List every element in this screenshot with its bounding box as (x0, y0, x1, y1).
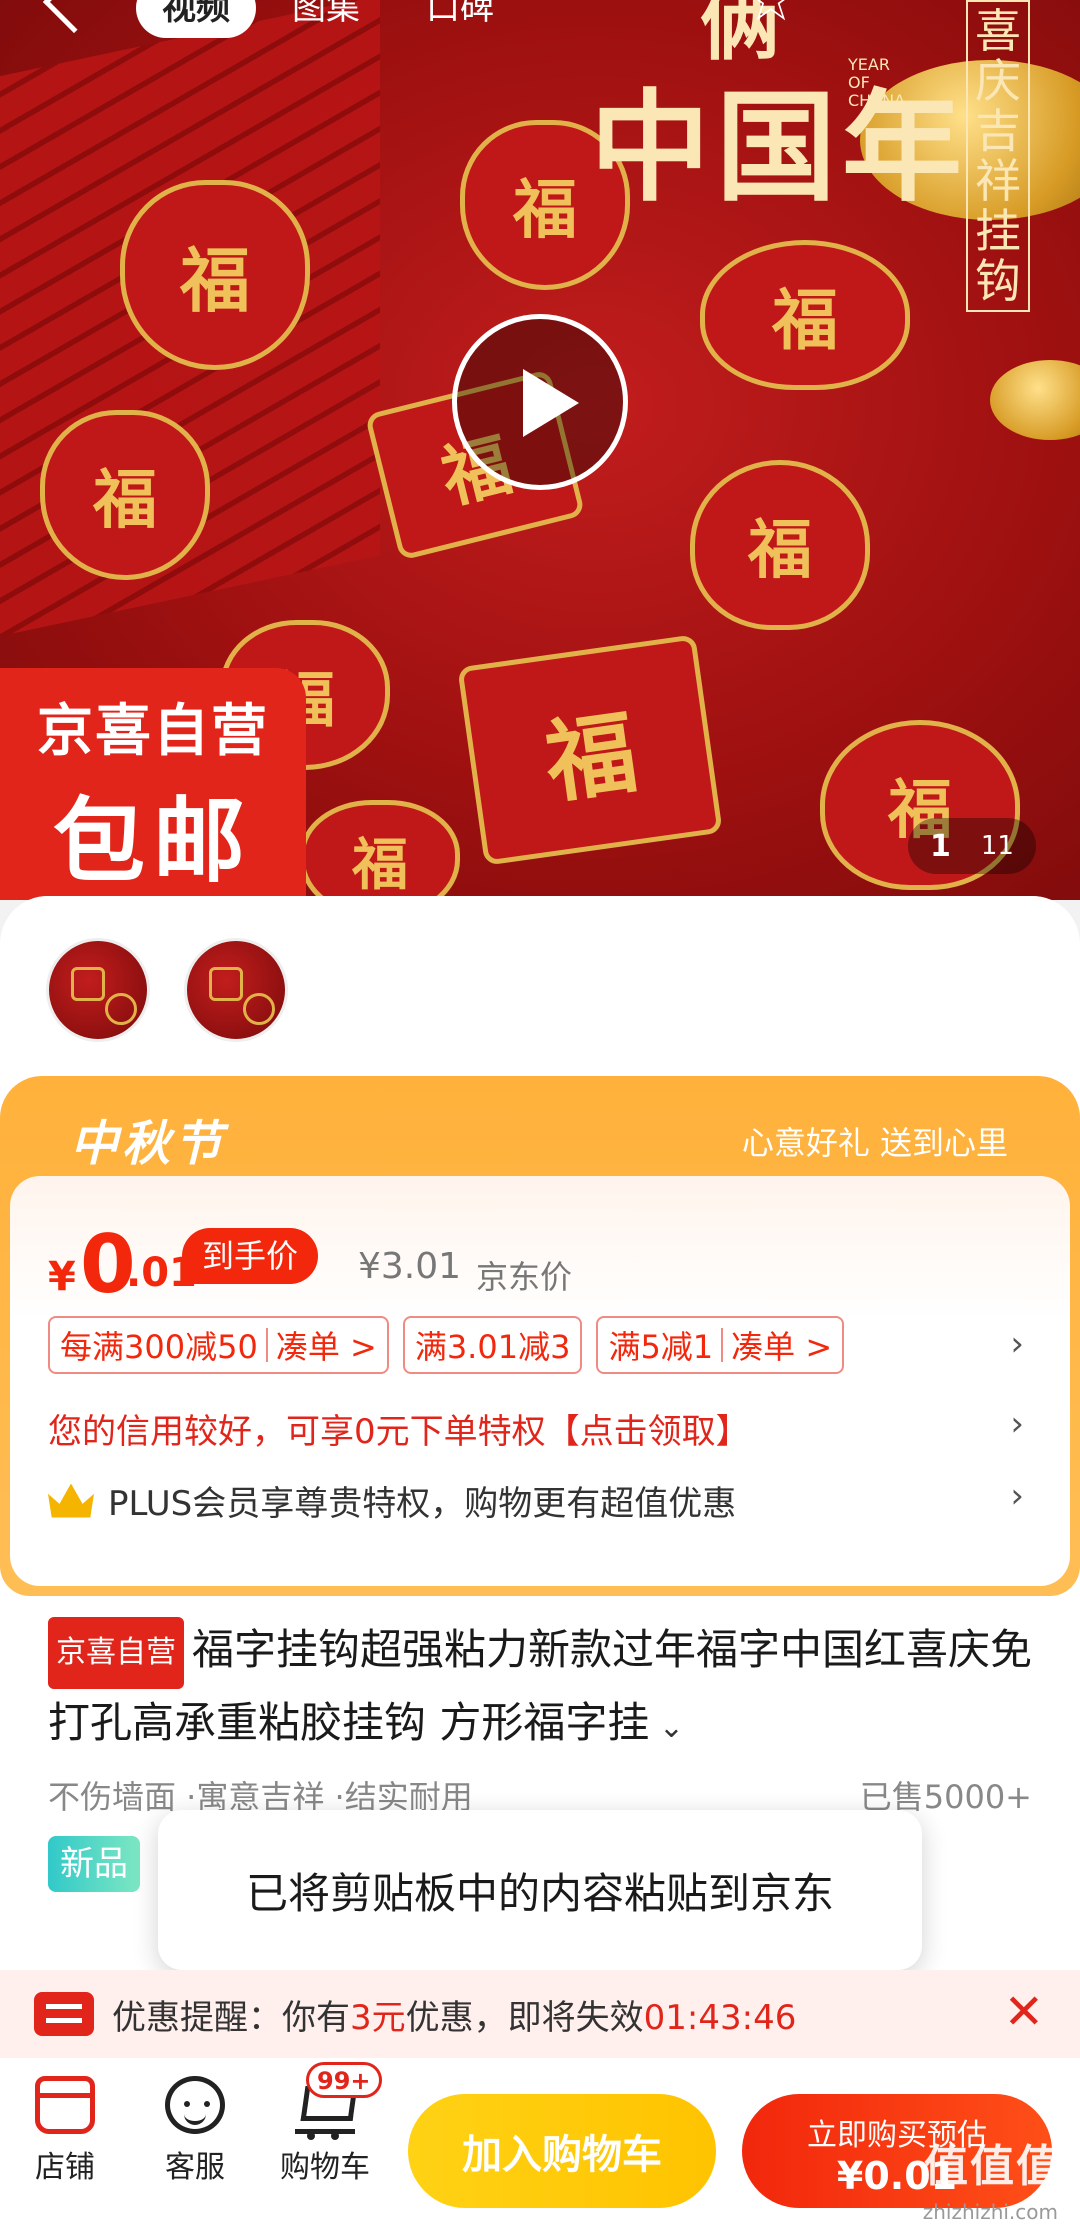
jd-price: ¥3.01 (358, 1246, 462, 1287)
favorite-star-icon[interactable]: ☆ (744, 0, 804, 30)
shop-button[interactable]: 店铺 (10, 2076, 120, 2186)
festival-slogan: 心意好礼 送到心里 (741, 1124, 1008, 1162)
sku-thumbnails (0, 896, 1080, 1076)
chevron-right-icon[interactable]: › (1010, 1324, 1024, 1364)
festival-title: 中秋节 (70, 1116, 227, 1172)
coupon-divider (265, 1328, 268, 1362)
fu-hook-ornament: 福 (457, 634, 723, 866)
cart-count-badge: 99+ (306, 2062, 382, 2098)
cart-label: 购物车 (280, 2150, 370, 2185)
shop-icon (35, 2076, 95, 2134)
self-operated-badge: 京喜自营 包邮 (0, 668, 306, 900)
fu-hook-ornament: 福 (300, 800, 460, 900)
fu-hook-ornament: 福 (700, 240, 910, 390)
tab-video[interactable]: 视频 (136, 0, 256, 38)
watermark-logo: 值值值 (924, 2141, 1062, 2192)
coupon-icon (34, 1992, 94, 2036)
coupon-list: 每满300减50 凑单 > 满3.01减3 满5减1 凑单 > (48, 1316, 845, 1374)
fu-hook-ornament: 福 (120, 180, 310, 370)
reminder-amount: 3元 (350, 1997, 406, 2038)
reminder-countdown: 01:43:46 (643, 1997, 797, 2038)
hero-year-text: YEAR OF CHANA (848, 55, 906, 110)
promo-card: 中秋节 心意好礼 送到心里 ¥ 0 .01 到手价 ¥3.01 京东价 每满30… (0, 1076, 1080, 1596)
new-product-tag: 新品 (48, 1836, 140, 1892)
coupon-divider (721, 1328, 724, 1362)
festival-banner: 中秋节 心意好礼 送到心里 ¥ 0 .01 到手价 ¥3.01 京东价 每满30… (0, 1076, 1080, 1596)
reminder-text: 优惠提醒：你有3元优惠，即将失效01:43:46 (112, 1990, 796, 2039)
reminder-middle: 优惠，即将失效 (405, 1997, 644, 2038)
clipboard-toast: 已将剪贴板中的内容粘贴到京东 (158, 1810, 922, 1970)
price-box: ¥ 0 .01 到手价 ¥3.01 京东价 每满300减50 凑单 > 满3.0… (10, 1176, 1070, 1586)
customer-service-button[interactable]: 客服 (140, 2076, 250, 2186)
coupon-chip[interactable]: 满3.01减3 (402, 1316, 583, 1374)
coupon-label: 满3.01减3 (414, 1328, 571, 1366)
coupon-label: 满5减1 (608, 1328, 714, 1366)
hero-title: 中国年 (590, 77, 968, 218)
plus-membership-link[interactable]: PLUS会员享尊贵特权，购物更有超值优惠 (48, 1476, 736, 1525)
customer-service-icon (165, 2076, 225, 2134)
top-nav: 视频 图集 口碑 ☆ (0, 0, 1080, 50)
image-total: 11 (980, 831, 1014, 861)
tab-gallery[interactable]: 图集 (292, 0, 360, 38)
product-title-text: 福字挂钩超强粘力新款过年福字中国红喜庆免打孔高承重粘胶挂钩 方形福字挂 (48, 1625, 1033, 1747)
crown-icon (48, 1483, 94, 1518)
plus-text: PLUS会员享尊贵特权，购物更有超值优惠 (108, 1484, 737, 1524)
coupon-label: 每满300减50 (60, 1328, 258, 1366)
coupon-reminder-bar[interactable]: 优惠提醒：你有3元优惠，即将失效01:43:46 ✕ (0, 1970, 1080, 2058)
credit-privilege-link[interactable]: 您的信用较好，可享0元下单特权【点击领取】 (48, 1404, 750, 1453)
currency-symbol: ¥ (48, 1254, 76, 1300)
coupon-chip[interactable]: 每满300减50 凑单 > (48, 1316, 389, 1374)
coupon-chip[interactable]: 满5减1 凑单 > (596, 1316, 845, 1374)
image-counter: 1 11 (908, 818, 1036, 874)
badge-store-name: 京喜自营 (37, 699, 269, 764)
coupon-action[interactable]: 凑单 > (276, 1322, 377, 1368)
fu-hook-ornament: 福 (690, 460, 870, 630)
service-label: 客服 (165, 2150, 225, 2185)
self-operated-tag: 京喜自营 (48, 1616, 184, 1689)
badge-free-shipping: 包邮 (52, 788, 253, 895)
tab-reviews[interactable]: 口碑 (426, 0, 494, 38)
play-video-button[interactable] (452, 314, 628, 490)
image-index: 1 (930, 828, 951, 864)
jd-price-label: 京东价 (476, 1258, 573, 1296)
chevron-down-icon[interactable]: ⌄ (649, 1710, 684, 1745)
reminder-prefix: 优惠提醒：你有 (112, 1997, 350, 2038)
coupon-action[interactable]: 凑单 > (731, 1322, 832, 1368)
chevron-right-icon[interactable]: › (1010, 1476, 1024, 1516)
final-price-tag: 到手价 (182, 1228, 319, 1284)
add-to-cart-button[interactable]: 加入购物车 (408, 2094, 716, 2208)
chevron-right-icon[interactable]: › (1010, 1404, 1024, 1444)
sku-thumbnail[interactable] (46, 938, 150, 1042)
product-title[interactable]: 京喜自营 福字挂钩超强粘力新款过年福字中国红喜庆免打孔高承重粘胶挂钩 方形福字挂 … (48, 1616, 1038, 1762)
shop-label: 店铺 (35, 2150, 95, 2185)
fu-hook-ornament: 福 (40, 410, 210, 580)
sku-thumbnail[interactable] (184, 938, 288, 1042)
watermark-url: zhizhizhi.com (922, 2200, 1058, 2224)
gold-ingot-decoration (990, 360, 1080, 440)
close-icon[interactable]: ✕ (1004, 1984, 1044, 2040)
product-image-gallery[interactable]: 福 福 福 福 福 福 福 福 福 福 俩 中国年 YEAR OF CHANA … (0, 0, 1080, 900)
bottom-action-bar: 店铺 客服 购物车 99+ 加入购物车 立即购买预估 ¥0.01 值值值 zhi… (0, 2058, 1080, 2228)
back-icon[interactable] (42, 0, 106, 34)
